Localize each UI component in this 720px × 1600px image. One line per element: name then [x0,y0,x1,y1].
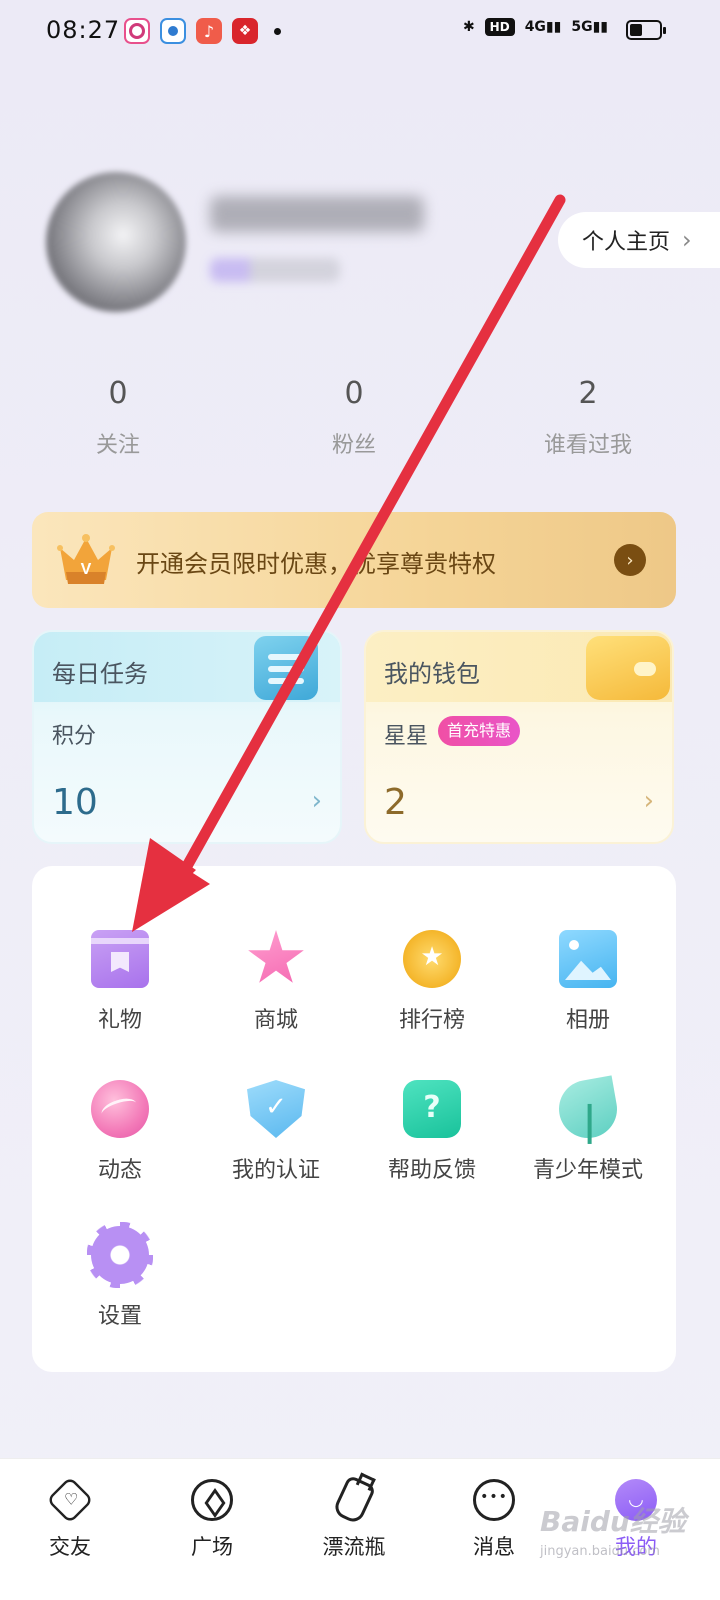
medal-icon [403,930,461,988]
chevron-right-icon: › [682,226,692,254]
baidu-watermark: Baidu经验 jingyan.baidu.com [540,1500,686,1559]
menu-item-gift[interactable]: 礼物 [42,930,198,1034]
hd-icon: HD [484,18,515,36]
tab-label: 消息 [473,1535,515,1559]
points-label: 积分 [52,724,97,749]
menu-label: 青少年模式 [532,1158,643,1183]
stat-value: 2 [578,376,598,411]
feature-menu-panel: 礼物 商城 排行榜 相册 动态 我的认证 帮助反馈 青少年模式 设置 [32,866,676,1372]
status-bar: 08:27 ♪ ❖ ✱ HD 4G▮▮ 5G▮▮ [0,0,720,64]
first-recharge-badge: 首充特惠 [438,716,521,746]
username-blurred[interactable] [210,196,424,232]
menu-item-verification[interactable]: 我的认证 [198,1080,354,1184]
compass-icon [191,1479,233,1521]
chat-icon [473,1479,515,1521]
vip-promo-text: 开通会员限时优惠，优享尊贵特权 [136,550,496,578]
task-list-icon [254,636,318,700]
wallet-icon [586,636,670,700]
star-wand-icon [248,930,304,983]
shield-check-icon [247,1080,305,1138]
stat-value: 0 [108,376,128,411]
menu-label: 相册 [565,1008,610,1033]
menu-label: 动态 [97,1158,142,1183]
battery-icon [626,20,666,40]
notification-icons: ♪ ❖ [124,18,258,44]
card-title: 每日任务 [52,660,148,688]
stat-value: 0 [344,376,364,411]
menu-label: 礼物 [97,1008,142,1033]
wallet-card[interactable]: 我的钱包 星星 首充特惠 2 › [364,630,674,844]
help-icon [403,1080,461,1138]
tab-label: 漂流瓶 [322,1535,386,1559]
heart-tab-icon [46,1476,94,1524]
signal-4g-icon: 4G▮▮ [524,19,562,35]
stars-value: 2 [384,782,407,823]
chevron-right-icon: › [311,786,322,816]
bluetooth-icon: ✱ [462,19,475,35]
vip-arrow-icon[interactable]: › [614,544,646,576]
more-notifications-dot [274,28,281,35]
watermark-text: Baidu经验 [540,1505,686,1538]
stat-following[interactable]: 0 关注 [28,376,208,459]
stat-label: 粉丝 [331,433,376,458]
crown-letter: V [81,561,92,578]
homepage-label: 个人主页 [582,230,671,255]
menu-label: 帮助反馈 [387,1158,476,1183]
menu-item-help[interactable]: 帮助反馈 [354,1080,510,1184]
gear-icon [91,1226,149,1284]
photo-icon [559,930,617,988]
tab-square[interactable]: 广场 [152,1479,272,1561]
avatar[interactable] [46,172,186,312]
points-value: 10 [52,782,98,823]
menu-item-album[interactable]: 相册 [510,930,666,1034]
personal-homepage-button[interactable]: 个人主页 › [558,212,720,268]
system-status-icons: ✱ HD 4G▮▮ 5G▮▮ [463,18,608,36]
menu-item-settings[interactable]: 设置 [42,1226,198,1330]
menu-item-moments[interactable]: 动态 [42,1080,198,1184]
tab-label: 广场 [191,1535,233,1559]
vip-banner[interactable]: V 开通会员限时优惠，优享尊贵特权 › [32,512,676,608]
stars-label: 星星 [384,724,429,749]
stat-visitors[interactable]: 2 谁看过我 [498,376,678,459]
gift-icon [91,930,149,988]
app-notification-icon [160,18,186,44]
menu-item-teen-mode[interactable]: 青少年模式 [510,1075,666,1184]
card-title: 我的钱包 [384,660,480,688]
menu-label: 设置 [97,1304,142,1329]
music-app-icon: ♪ [196,18,222,44]
signal-5g-icon: 5G▮▮ [571,19,608,35]
globe-icon [91,1080,149,1138]
leaf-icon [554,1075,622,1143]
tab-label: 交友 [49,1535,91,1559]
stat-label: 谁看过我 [543,433,632,458]
app-notification-icon: ❖ [232,18,258,44]
menu-item-mall[interactable]: 商城 [198,930,354,1034]
tab-messages[interactable]: 消息 [434,1479,554,1561]
chevron-right-icon: › [643,786,654,816]
menu-label: 商城 [253,1008,298,1033]
menu-label: 排行榜 [398,1008,465,1033]
status-time: 08:27 [46,16,121,44]
stat-label: 关注 [95,433,140,458]
menu-item-ranking[interactable]: 排行榜 [354,930,510,1034]
menu-label: 我的认证 [231,1158,320,1183]
tab-drift-bottle[interactable]: 漂流瓶 [294,1474,414,1561]
app-notification-icon [124,18,150,44]
crown-icon: V [57,534,115,584]
daily-tasks-card[interactable]: 每日任务 积分 10 › [32,630,342,844]
stat-fans[interactable]: 0 粉丝 [264,376,444,459]
user-level-blurred [210,258,340,282]
watermark-url: jingyan.baidu.com [540,1544,660,1559]
bottle-icon [331,1474,377,1526]
tab-make-friends[interactable]: 交友 [10,1476,130,1561]
